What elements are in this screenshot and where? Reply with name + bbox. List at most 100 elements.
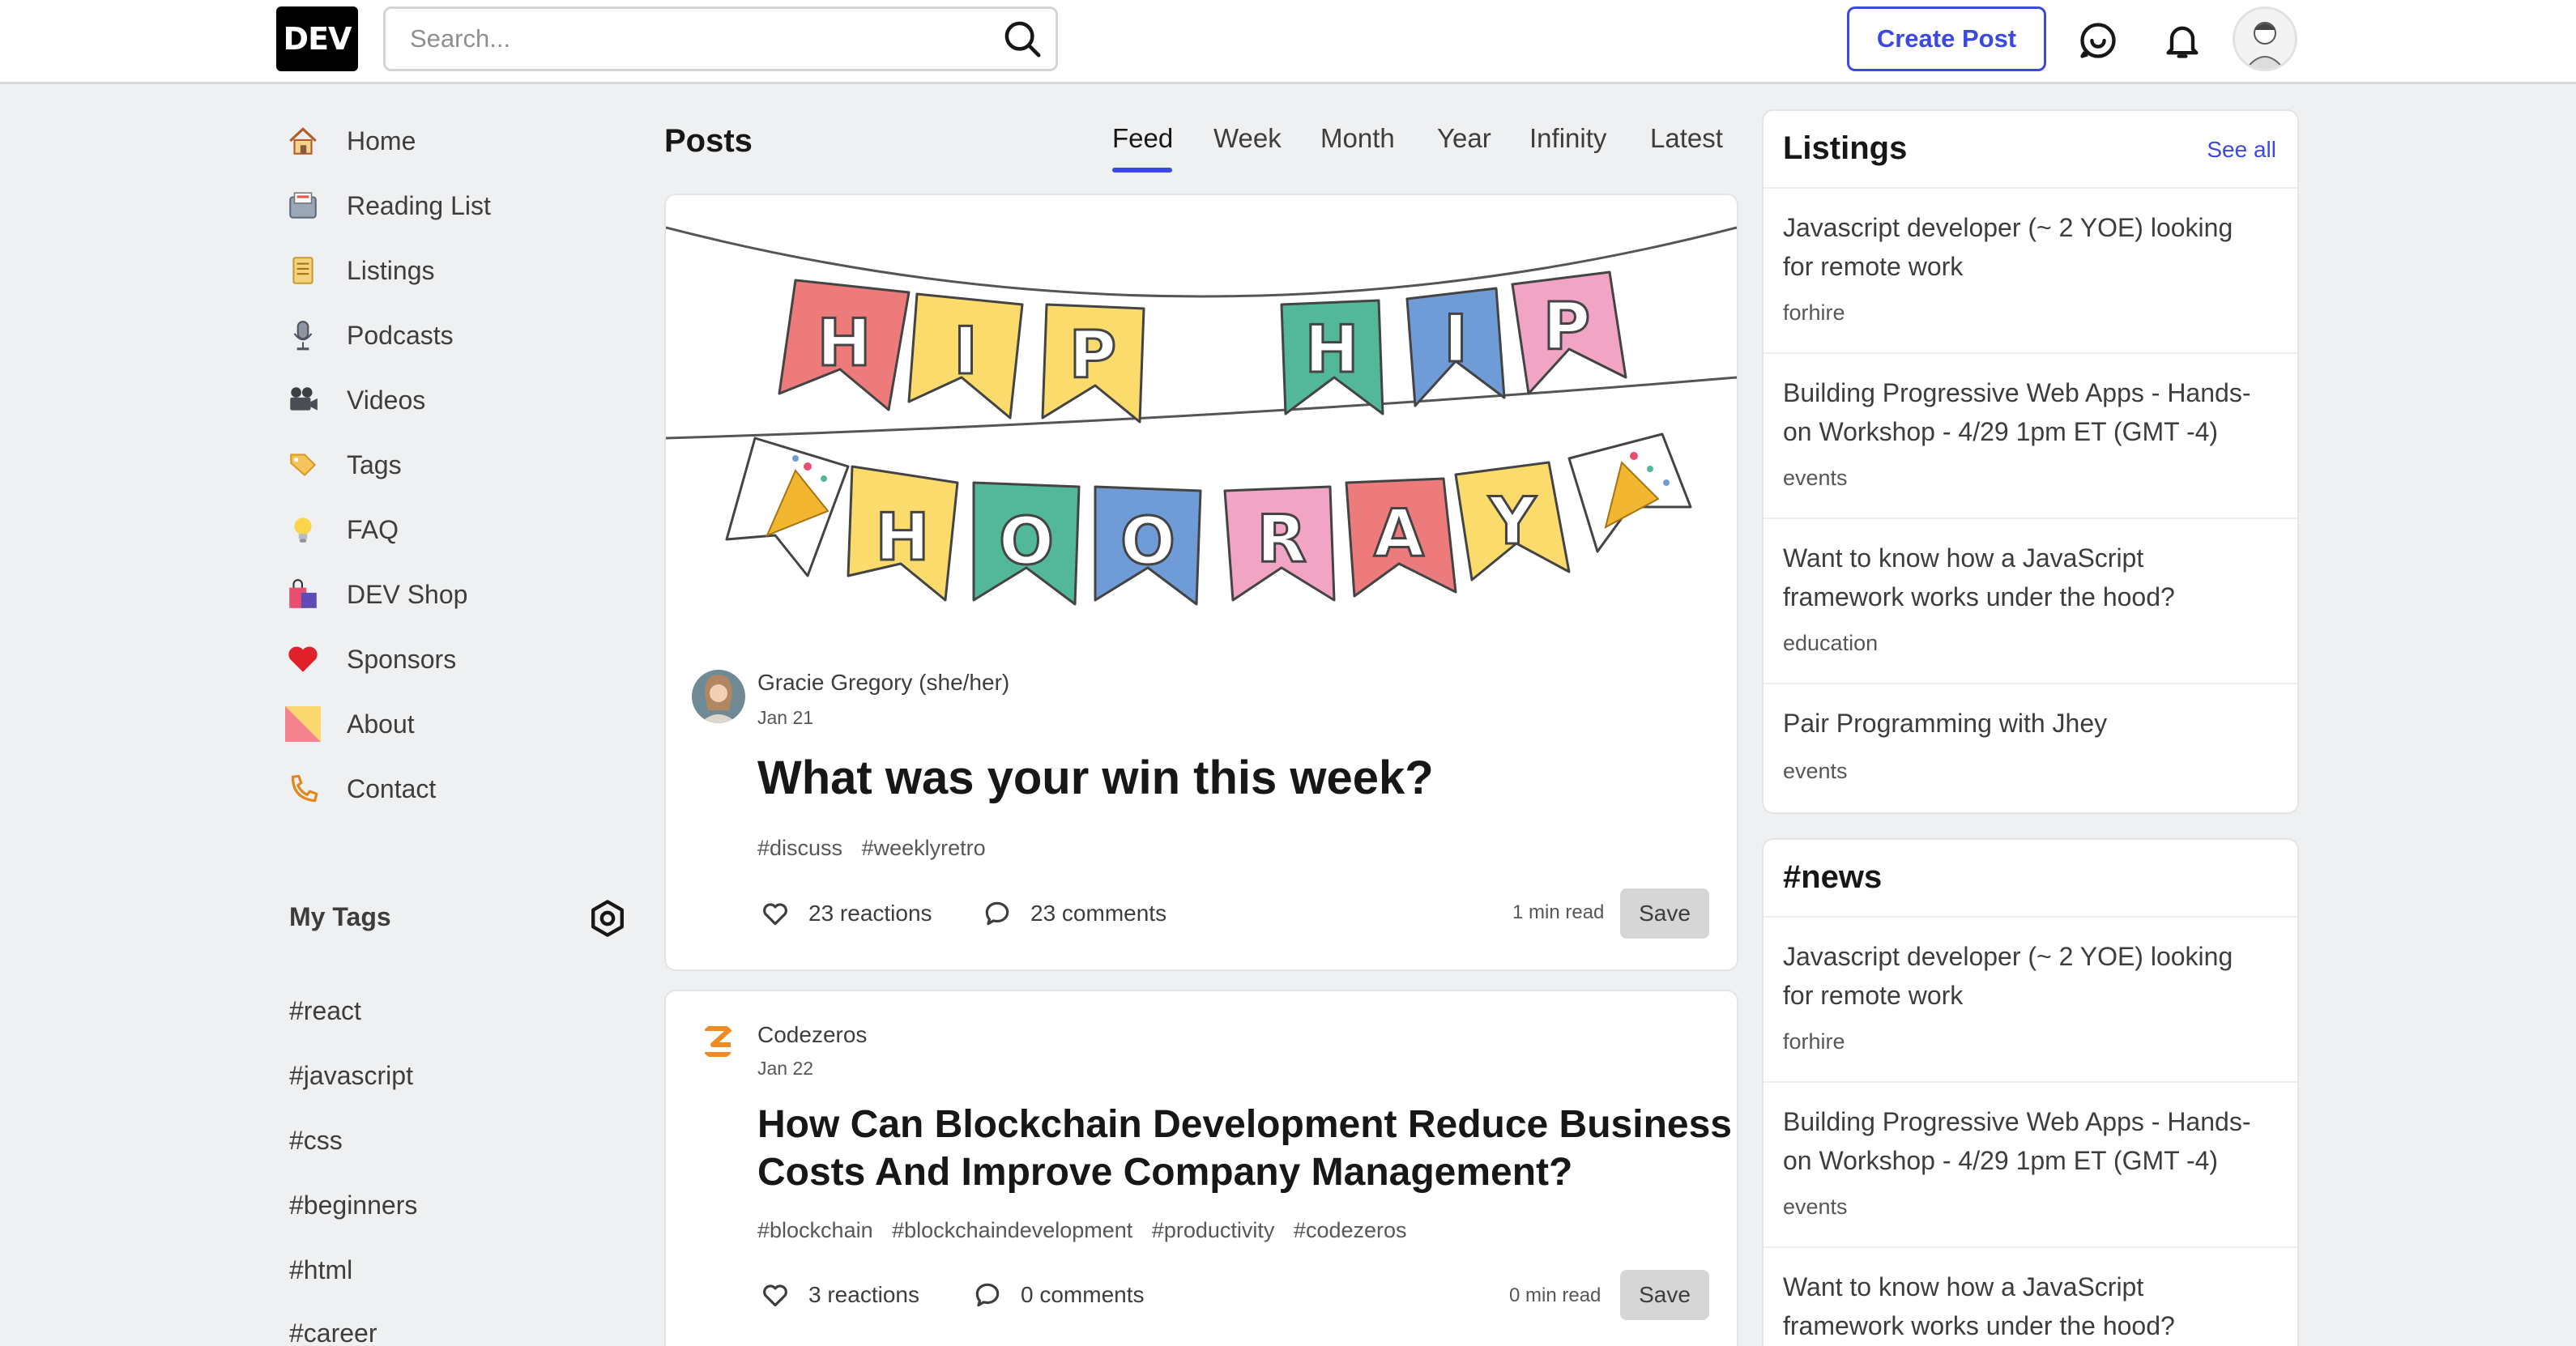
post-author[interactable]: Codezeros: [757, 1022, 867, 1048]
chat-icon[interactable]: [2074, 16, 2122, 65]
sidebar-item-label: Podcasts: [347, 320, 454, 350]
sidebar-tag[interactable]: #beginners: [289, 1191, 417, 1220]
search-input[interactable]: [386, 9, 985, 69]
search-icon[interactable]: [1000, 17, 1044, 61]
sidebar-item-reading-list[interactable]: Reading List: [284, 177, 624, 234]
tab-year[interactable]: Year: [1437, 123, 1491, 154]
author-avatar[interactable]: [692, 670, 745, 723]
banner-letter: P: [1543, 289, 1591, 364]
sidebar-item-label: Videos: [347, 385, 426, 415]
tab-week[interactable]: Week: [1213, 123, 1282, 154]
heart-outline-icon: [763, 1284, 787, 1307]
sidebar-item-dev-shop[interactable]: DEV Shop: [284, 566, 624, 623]
news-header: #news: [1764, 840, 2297, 918]
listing-item[interactable]: Building Progressive Web Apps - Hands-on…: [1764, 354, 2297, 519]
post-tag[interactable]: #blockchain: [757, 1218, 873, 1242]
search-box[interactable]: [383, 6, 1058, 71]
post-title-line: How Can Blockchain Development Reduce Bu…: [757, 1103, 1732, 1146]
sidebar-item-sponsors[interactable]: Sponsors: [284, 631, 624, 688]
active-tab-indicator: [1112, 168, 1172, 173]
sidebar-item-podcasts[interactable]: Podcasts: [284, 307, 624, 364]
banner-letter: H: [1305, 312, 1359, 387]
listings-title: Listings: [1783, 130, 1908, 166]
sidebar-tag[interactable]: #css: [289, 1126, 343, 1156]
news-item[interactable]: Javascript developer (~ 2 YOE) looking fo…: [1764, 918, 2297, 1083]
save-button[interactable]: Save: [1620, 1270, 1709, 1320]
banner-letter: R: [1256, 501, 1307, 577]
news-item-title: Javascript developer (~ 2 YOE) looking fo…: [1783, 942, 2233, 1010]
post-tag[interactable]: #weeklyretro: [862, 836, 986, 860]
listing-category: events: [1783, 466, 1848, 490]
comment-icon: [985, 901, 1009, 926]
sidebar-tag[interactable]: #javascript: [289, 1061, 413, 1091]
news-item-title: Want to know how a JavaScript framework w…: [1783, 1272, 2175, 1340]
card-box-icon: [284, 186, 322, 225]
comments-button[interactable]: 0 comments: [972, 1280, 1145, 1310]
tab-latest[interactable]: Latest: [1650, 123, 1723, 154]
comment-icon: [975, 1283, 1000, 1307]
sidebar-item-listings[interactable]: Listings: [284, 242, 624, 299]
banner-letter: H: [876, 500, 930, 575]
sidebar-item-tags[interactable]: Tags: [284, 437, 624, 493]
sidebar-item-label: Listings: [347, 255, 435, 285]
post-card[interactable]: H I P H I P H O O R A Y Gracie Gregory (…: [666, 195, 1737, 969]
tab-feed[interactable]: Feed: [1112, 123, 1173, 154]
sidebar-tag[interactable]: #career: [289, 1318, 377, 1346]
reactions-button[interactable]: 3 reactions: [760, 1280, 919, 1310]
post-tag[interactable]: #blockchaindevelopment: [892, 1218, 1132, 1242]
listing-title: Want to know how a JavaScript framework w…: [1783, 543, 2175, 611]
listing-item[interactable]: Javascript developer (~ 2 YOE) looking fo…: [1764, 189, 2297, 354]
sidebar-item-label: DEV Shop: [347, 579, 468, 609]
listing-item[interactable]: Want to know how a JavaScript framework w…: [1764, 519, 2297, 684]
bell-icon[interactable]: [2158, 16, 2207, 65]
post-author[interactable]: Gracie Gregory (she/her): [757, 670, 1009, 696]
reactions-button[interactable]: 23 reactions: [760, 898, 932, 929]
post-tag[interactable]: #codezeros: [1294, 1218, 1407, 1242]
sidebar-item-about[interactable]: About: [284, 696, 624, 752]
create-post-button[interactable]: Create Post: [1847, 6, 2046, 71]
top-header: DEV Create Post: [0, 0, 2576, 84]
post-title[interactable]: What was your win this week?: [757, 754, 1434, 803]
banner-letter: O: [1120, 504, 1175, 579]
post-title[interactable]: How Can Blockchain Development Reduce Bu…: [757, 1101, 1732, 1196]
listings-widget: Listings See all Javascript developer (~…: [1764, 111, 2297, 812]
posts-heading: Posts: [664, 123, 753, 159]
my-tags-title: My Tags: [289, 902, 391, 931]
read-time: 1 min read: [1512, 901, 1605, 923]
sidebar-item-label: Reading List: [347, 190, 491, 220]
hexagon-settings-icon[interactable]: [586, 897, 629, 939]
banner-letter: I: [953, 313, 978, 389]
sidebar-tag[interactable]: #html: [289, 1255, 352, 1285]
news-item[interactable]: Want to know how a JavaScript framework w…: [1764, 1248, 2297, 1346]
news-item[interactable]: Building Progressive Web Apps - Hands-on…: [1764, 1083, 2297, 1248]
save-button[interactable]: Save: [1620, 888, 1709, 939]
user-avatar[interactable]: [2233, 6, 2297, 71]
movie-camera-icon: [284, 381, 322, 420]
sidebar-item-home[interactable]: Home: [284, 113, 624, 169]
listing-title: Building Progressive Web Apps - Hands-on…: [1783, 378, 2251, 446]
dev-logo[interactable]: DEV: [276, 6, 358, 71]
see-all-link[interactable]: See all: [2207, 137, 2276, 163]
sidebar-item-contact[interactable]: Contact: [284, 760, 624, 817]
banner-letter: P: [1069, 317, 1117, 393]
sidebar-item-videos[interactable]: Videos: [284, 372, 624, 428]
post-tag[interactable]: #discuss: [757, 836, 842, 860]
sidebar-tag[interactable]: #react: [289, 996, 361, 1026]
read-time: 0 min read: [1509, 1284, 1601, 1306]
listing-item[interactable]: Pair Programming with Jhey events: [1764, 684, 2297, 812]
post-tags: #discuss #weeklyretro: [757, 836, 999, 861]
post-tag[interactable]: #productivity: [1152, 1218, 1275, 1242]
codezeros-logo[interactable]: [700, 1024, 736, 1059]
sidebar-item-faq[interactable]: FAQ: [284, 501, 624, 558]
comments-button[interactable]: 23 comments: [982, 898, 1166, 929]
tab-month[interactable]: Month: [1320, 123, 1395, 154]
dev-logo-icon: [284, 705, 322, 743]
tab-infinity[interactable]: Infinity: [1529, 123, 1606, 154]
scroll-icon: [284, 251, 322, 290]
contact-icon: [284, 769, 322, 808]
post-card[interactable]: Codezeros Jan 22 How Can Blockchain Deve…: [666, 991, 1737, 1346]
listing-category: forhire: [1783, 300, 1845, 325]
cover-image[interactable]: H I P H I P H O O R A Y: [666, 195, 1737, 649]
banner-letter: H: [817, 305, 872, 381]
banner-letter: O: [999, 504, 1054, 579]
